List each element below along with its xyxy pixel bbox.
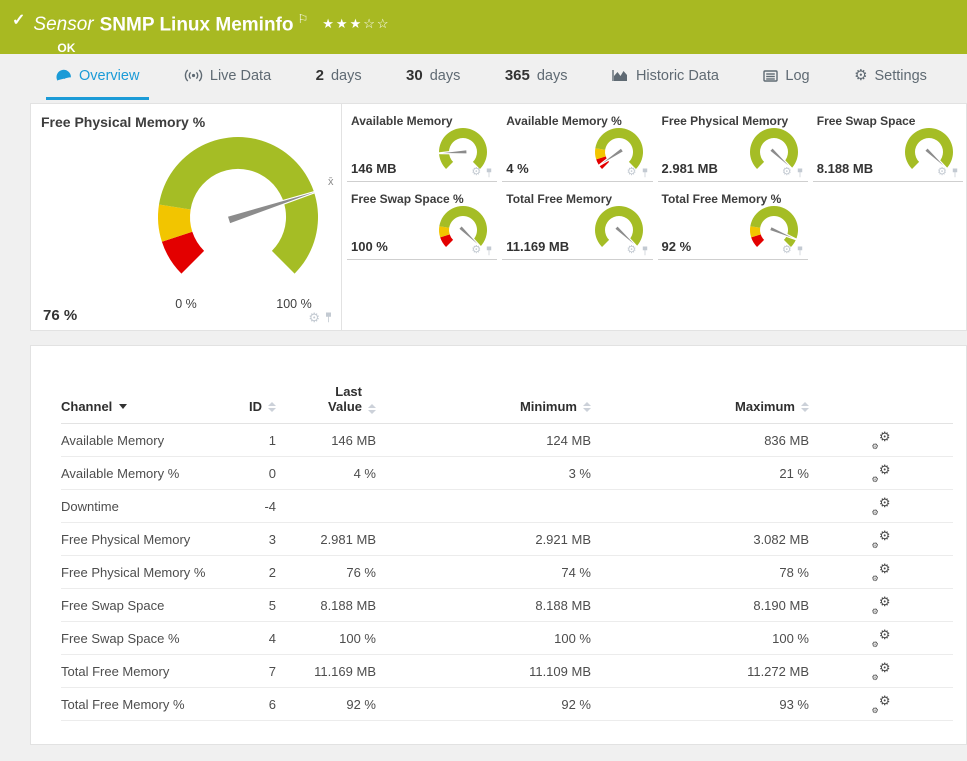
- pin-icon[interactable]: [796, 246, 804, 256]
- tab-bar: Overview Live Data 2 days 30 days 365 da…: [0, 54, 967, 100]
- gauge-cell-free-physical-memory: Free Physical Memory 2.981 MB ⚙: [657, 110, 808, 182]
- gauge-cell-available-memory-pct: Available Memory % 4 % ⚙: [502, 110, 653, 182]
- pin-icon[interactable]: [324, 312, 333, 323]
- pin-icon[interactable]: [485, 168, 493, 178]
- channel-name-link[interactable]: Available Memory: [61, 433, 221, 448]
- tab-live-data[interactable]: Live Data: [174, 54, 281, 100]
- column-header-maximum[interactable]: Maximum: [591, 399, 809, 414]
- edit-channel-gears-icon[interactable]: ⚙ ⚙: [872, 528, 891, 550]
- tab-settings[interactable]: ⚙ Settings: [844, 54, 937, 100]
- column-header-id[interactable]: ID: [221, 399, 276, 414]
- column-header-last-value[interactable]: Last Value: [276, 384, 376, 414]
- edit-channel-gears-icon[interactable]: ⚙ ⚙: [872, 495, 891, 517]
- gauge-settings-gear-icon[interactable]: ⚙: [471, 245, 481, 256]
- object-kind-label: Sensor: [33, 14, 94, 36]
- pin-icon[interactable]: [641, 168, 649, 178]
- sensor-header: ✓ Sensor SNMP Linux Meminfo ⚐ ★★★☆☆ OK: [0, 0, 967, 55]
- tab-2-days[interactable]: 2 days: [306, 54, 372, 100]
- table-row: Free Physical Memory 3 2.981 MB 2.921 MB…: [61, 523, 953, 556]
- pin-icon[interactable]: [796, 168, 804, 178]
- channel-name-link[interactable]: Free Swap Space %: [61, 631, 221, 646]
- edit-channel-gears-icon[interactable]: ⚙ ⚙: [872, 462, 891, 484]
- channel-name-link[interactable]: Downtime: [61, 499, 221, 514]
- flag-icon[interactable]: ⚐: [298, 12, 309, 26]
- gear-icon: ⚙: [854, 67, 868, 84]
- table-row: Available Memory 1 146 MB 124 MB 836 MB …: [61, 424, 953, 457]
- channel-name-link[interactable]: Total Free Memory %: [61, 697, 221, 712]
- edit-channel-gears-icon[interactable]: ⚙ ⚙: [872, 594, 891, 616]
- gauge-settings-gear-icon[interactable]: ⚙: [627, 245, 637, 256]
- channel-name-link[interactable]: Free Physical Memory: [61, 532, 221, 547]
- gauge-max-label: 100 %: [276, 297, 312, 311]
- gauge-settings-gear-icon[interactable]: ⚙: [627, 167, 637, 178]
- gauge-settings-gear-icon[interactable]: ⚙: [782, 167, 792, 178]
- page-title: SNMP Linux Meminfo: [99, 14, 294, 36]
- sensor-title-line: Sensor SNMP Linux Meminfo ⚐ ★★★☆☆: [33, 8, 390, 37]
- edit-channel-gears-icon[interactable]: ⚙ ⚙: [872, 660, 891, 682]
- sort-icon: [268, 401, 276, 412]
- log-list-icon: [763, 69, 779, 82]
- sort-desc-icon: [119, 404, 128, 409]
- table-header-row: Channel ID Last Value Minimum Maximum: [61, 380, 953, 424]
- tab-365-days[interactable]: 365 days: [495, 54, 578, 100]
- channel-name-link[interactable]: Free Swap Space: [61, 598, 221, 613]
- table-row: Total Free Memory % 6 92 % 92 % 93 % ⚙ ⚙: [61, 688, 953, 721]
- table-row: Free Swap Space % 4 100 % 100 % 100 % ⚙ ⚙: [61, 622, 953, 655]
- gauge-min-label: 0 %: [175, 297, 197, 311]
- broadcast-icon: [184, 69, 203, 82]
- channel-name-link[interactable]: Free Physical Memory %: [61, 565, 221, 580]
- main-gauge: [158, 137, 331, 274]
- edit-channel-gears-icon[interactable]: ⚙ ⚙: [872, 429, 891, 451]
- gauge-settings-gear-icon[interactable]: ⚙: [937, 167, 947, 178]
- gauge-settings-gear-icon[interactable]: ⚙: [308, 311, 320, 324]
- gauge-cell-free-swap-space-pct: Free Swap Space % 100 % ⚙: [347, 188, 498, 260]
- priority-stars[interactable]: ★★★☆☆: [322, 16, 390, 31]
- table-row: Downtime -4 ⚙ ⚙: [61, 490, 953, 523]
- pin-icon[interactable]: [485, 246, 493, 256]
- pin-icon[interactable]: [951, 168, 959, 178]
- main-gauge-card: Free Physical Memory % x̄ 0 % 100 % 76 %…: [31, 104, 342, 330]
- channel-name-link[interactable]: Total Free Memory: [61, 664, 221, 679]
- average-marker: x̄: [328, 176, 334, 188]
- gauge-cell-total-free-memory-pct: Total Free Memory % 92 % ⚙: [657, 188, 808, 260]
- channel-table-panel: Channel ID Last Value Minimum Maximum Av…: [30, 345, 967, 745]
- table-row: Total Free Memory 7 11.169 MB 11.109 MB …: [61, 655, 953, 688]
- gauge-settings-gear-icon[interactable]: ⚙: [782, 245, 792, 256]
- edit-channel-gears-icon[interactable]: ⚙ ⚙: [872, 627, 891, 649]
- small-gauges-grid: Available Memory 146 MB ⚙ Available Memo…: [342, 104, 966, 330]
- tab-overview[interactable]: Overview: [46, 54, 150, 100]
- edit-channel-gears-icon[interactable]: ⚙ ⚙: [872, 561, 891, 583]
- sort-icon: [583, 401, 591, 412]
- status-check-icon: ✓: [12, 12, 26, 29]
- column-header-minimum[interactable]: Minimum: [376, 399, 591, 414]
- gauge-cell-total-free-memory: Total Free Memory 11.169 MB ⚙: [502, 188, 653, 260]
- column-header-channel[interactable]: Channel: [61, 399, 221, 414]
- main-gauge-value: 76 %: [43, 307, 78, 324]
- gauge-icon: [56, 69, 71, 81]
- gauge-cell-available-memory: Available Memory 146 MB ⚙: [347, 110, 498, 182]
- gauge-settings-gear-icon[interactable]: ⚙: [471, 167, 481, 178]
- gauge-cell-free-swap-space: Free Swap Space 8.188 MB ⚙: [812, 110, 963, 182]
- table-row: Available Memory % 0 4 % 3 % 21 % ⚙ ⚙: [61, 457, 953, 490]
- pin-icon[interactable]: [641, 246, 649, 256]
- gauges-panel: Free Physical Memory % x̄ 0 % 100 % 76 %…: [30, 103, 967, 331]
- edit-channel-gears-icon[interactable]: ⚙ ⚙: [872, 693, 891, 715]
- tab-30-days[interactable]: 30 days: [396, 54, 470, 100]
- table-row: Free Swap Space 5 8.188 MB 8.188 MB 8.19…: [61, 589, 953, 622]
- sort-icon: [801, 401, 809, 412]
- tab-historic-data[interactable]: Historic Data: [602, 54, 729, 100]
- tab-log[interactable]: Log: [753, 54, 819, 100]
- area-chart-icon: [612, 70, 627, 81]
- table-row: Free Physical Memory % 2 76 % 74 % 78 % …: [61, 556, 953, 589]
- sort-icon: [368, 404, 376, 414]
- channel-name-link[interactable]: Available Memory %: [61, 466, 221, 481]
